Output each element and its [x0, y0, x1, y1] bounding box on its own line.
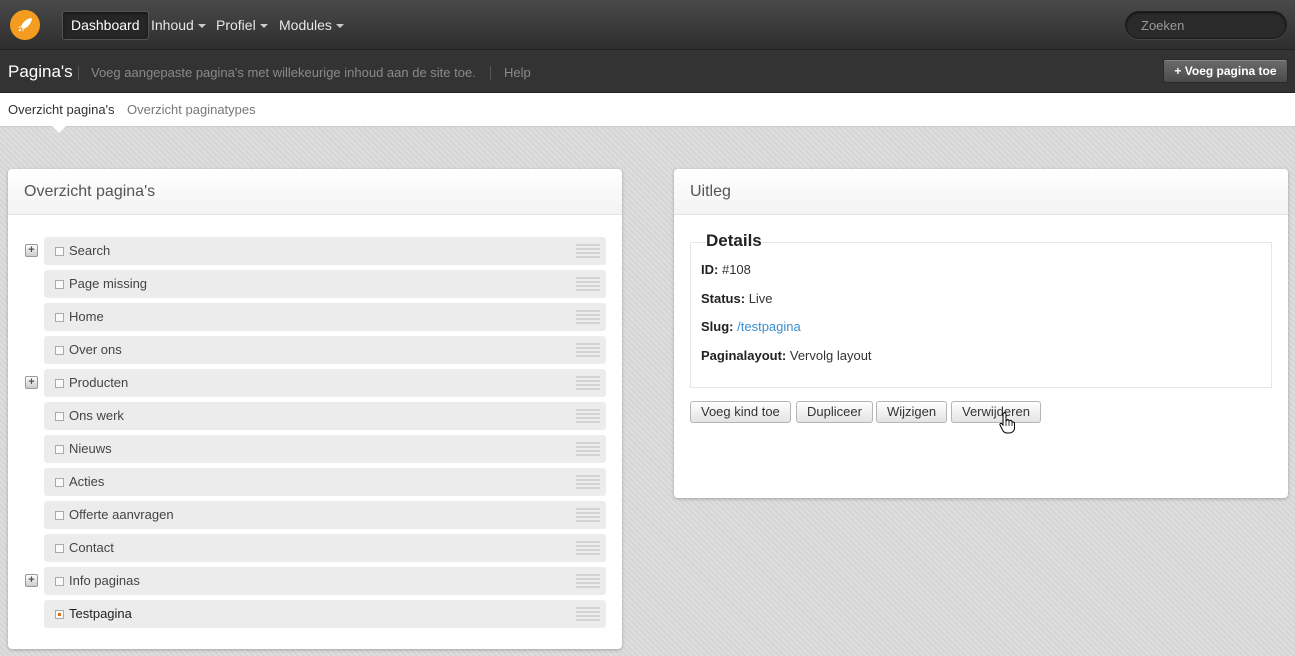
- tab-overzicht-paginatypes[interactable]: Overzicht paginatypes: [127, 102, 256, 117]
- detail-status-label: Status:: [701, 291, 746, 306]
- page-tree-label: Offerte aanvragen: [69, 507, 174, 522]
- edit-button[interactable]: Wijzigen: [876, 401, 948, 423]
- page-tree-item[interactable]: Ons werk: [44, 402, 606, 430]
- panel-title: Overzicht pagina's: [8, 169, 622, 215]
- page-checkbox[interactable]: [55, 445, 64, 454]
- expand-plus-icon[interactable]: +: [25, 244, 38, 257]
- page-checkbox[interactable]: [55, 412, 64, 421]
- page-checkbox[interactable]: [55, 478, 64, 487]
- page-tree-label: Over ons: [69, 342, 122, 357]
- active-tab-indicator: [52, 126, 66, 133]
- page-tree-label: Page missing: [69, 276, 148, 291]
- slug-link[interactable]: /testpagina: [737, 319, 801, 334]
- pages-overview-panel: Overzicht pagina's + Search Page missing Ho…: [8, 169, 622, 649]
- help-link[interactable]: Help: [504, 65, 531, 80]
- page-title: Pagina's: [8, 62, 73, 81]
- page-tree-item[interactable]: Producten: [44, 369, 606, 397]
- page-tree-label: Info paginas: [69, 573, 140, 588]
- nav-modules-menu[interactable]: Modules: [279, 11, 344, 40]
- page-checkbox[interactable]: [55, 577, 64, 586]
- drag-handle-icon[interactable]: [576, 310, 600, 324]
- drag-handle-icon[interactable]: [576, 475, 600, 489]
- nav-dashboard[interactable]: Dashboard: [62, 11, 149, 40]
- chevron-down-icon: [335, 24, 344, 29]
- page-checkbox[interactable]: [55, 610, 64, 619]
- detail-id: ID: #108: [701, 262, 751, 277]
- drag-handle-icon[interactable]: [576, 376, 600, 390]
- tab-overzicht-paginas[interactable]: Overzicht pagina's: [8, 102, 115, 117]
- drag-handle-icon[interactable]: [576, 244, 600, 258]
- hand-cursor-icon: [999, 412, 1015, 434]
- detail-status-value: Live: [748, 291, 773, 306]
- nav-profiel-label: Profiel: [216, 17, 256, 33]
- page-tree-item[interactable]: Testpagina: [44, 600, 606, 628]
- page-tree-item[interactable]: Home: [44, 303, 606, 331]
- chevron-down-icon: [259, 24, 268, 29]
- detail-id-label: ID:: [701, 262, 719, 277]
- nav-modules-label: Modules: [279, 17, 332, 33]
- drag-handle-icon[interactable]: [576, 508, 600, 522]
- page-tree-item[interactable]: Info paginas: [44, 567, 606, 595]
- page-checkbox[interactable]: [55, 379, 64, 388]
- duplicate-button[interactable]: Dupliceer: [796, 401, 873, 423]
- add-child-button[interactable]: Voeg kind toe: [690, 401, 791, 423]
- page-description: Voeg aangepaste pagina's met willekeurig…: [91, 65, 476, 80]
- page-tree-item[interactable]: Acties: [44, 468, 606, 496]
- rocket-logo-icon[interactable]: [10, 10, 40, 40]
- expand-plus-icon[interactable]: +: [25, 574, 38, 587]
- page-tree-label: Acties: [69, 474, 105, 489]
- page-checkbox[interactable]: [55, 247, 64, 256]
- page-checkbox[interactable]: [55, 346, 64, 355]
- divider: [78, 66, 79, 80]
- divider: [490, 66, 491, 80]
- detail-slug: Slug: /testpagina: [701, 319, 801, 334]
- detail-layout-label: Paginalayout:: [701, 348, 787, 363]
- page-tree-item[interactable]: Contact: [44, 534, 606, 562]
- detail-slug-label: Slug:: [701, 319, 734, 334]
- chevron-down-icon: [197, 24, 206, 29]
- page-header-bar: Pagina's Voeg aangepaste pagina's met wi…: [0, 50, 1295, 93]
- drag-handle-icon[interactable]: [576, 574, 600, 588]
- explanation-panel: Uitleg Details ID: #108 Status: Live Slu…: [674, 169, 1288, 498]
- drag-handle-icon[interactable]: [576, 541, 600, 555]
- page-tree-label: Ons werk: [69, 408, 124, 423]
- page-tree-label: Home: [69, 309, 104, 324]
- drag-handle-icon[interactable]: [576, 442, 600, 456]
- details-fieldset: [690, 242, 1272, 388]
- details-legend: Details: [706, 231, 762, 251]
- page-tree-item[interactable]: Nieuws: [44, 435, 606, 463]
- page-tree-label: Producten: [69, 375, 129, 390]
- page-tree-label: Testpagina: [69, 606, 132, 621]
- tab-bar: Overzicht pagina's Overzicht paginatypes: [0, 93, 1295, 127]
- nav-inhoud-label: Inhoud: [151, 17, 194, 33]
- page-tree-label: Nieuws: [69, 441, 112, 456]
- drag-handle-icon[interactable]: [576, 409, 600, 423]
- drag-handle-icon[interactable]: [576, 607, 600, 621]
- page-checkbox[interactable]: [55, 511, 64, 520]
- page-checkbox[interactable]: [55, 280, 64, 289]
- page-tree-item[interactable]: Search: [44, 237, 606, 265]
- page-tree-item[interactable]: Page missing: [44, 270, 606, 298]
- detail-id-value: #108: [721, 262, 751, 277]
- delete-button[interactable]: Verwijderen: [951, 401, 1041, 423]
- detail-layout: Paginalayout: Vervolg layout: [701, 348, 872, 363]
- detail-layout-value: Vervolg layout: [789, 348, 872, 363]
- expand-plus-icon[interactable]: +: [25, 376, 38, 389]
- nav-inhoud-menu[interactable]: Inhoud: [151, 11, 206, 40]
- top-navbar: Dashboard Inhoud Profiel Modules: [0, 0, 1295, 50]
- page-tree-label: Search: [69, 243, 111, 258]
- page-tree-item[interactable]: Over ons: [44, 336, 606, 364]
- add-page-button[interactable]: + Voeg pagina toe: [1163, 59, 1288, 83]
- drag-handle-icon[interactable]: [576, 277, 600, 291]
- page-tree-item[interactable]: Offerte aanvragen: [44, 501, 606, 529]
- page-checkbox[interactable]: [55, 544, 64, 553]
- page-tree-label: Contact: [69, 540, 114, 555]
- page-checkbox[interactable]: [55, 313, 64, 322]
- panel-title: Uitleg: [674, 169, 1288, 215]
- search-input[interactable]: [1125, 11, 1287, 39]
- drag-handle-icon[interactable]: [576, 343, 600, 357]
- nav-profiel-menu[interactable]: Profiel: [216, 11, 268, 40]
- detail-status: Status: Live: [701, 291, 773, 306]
